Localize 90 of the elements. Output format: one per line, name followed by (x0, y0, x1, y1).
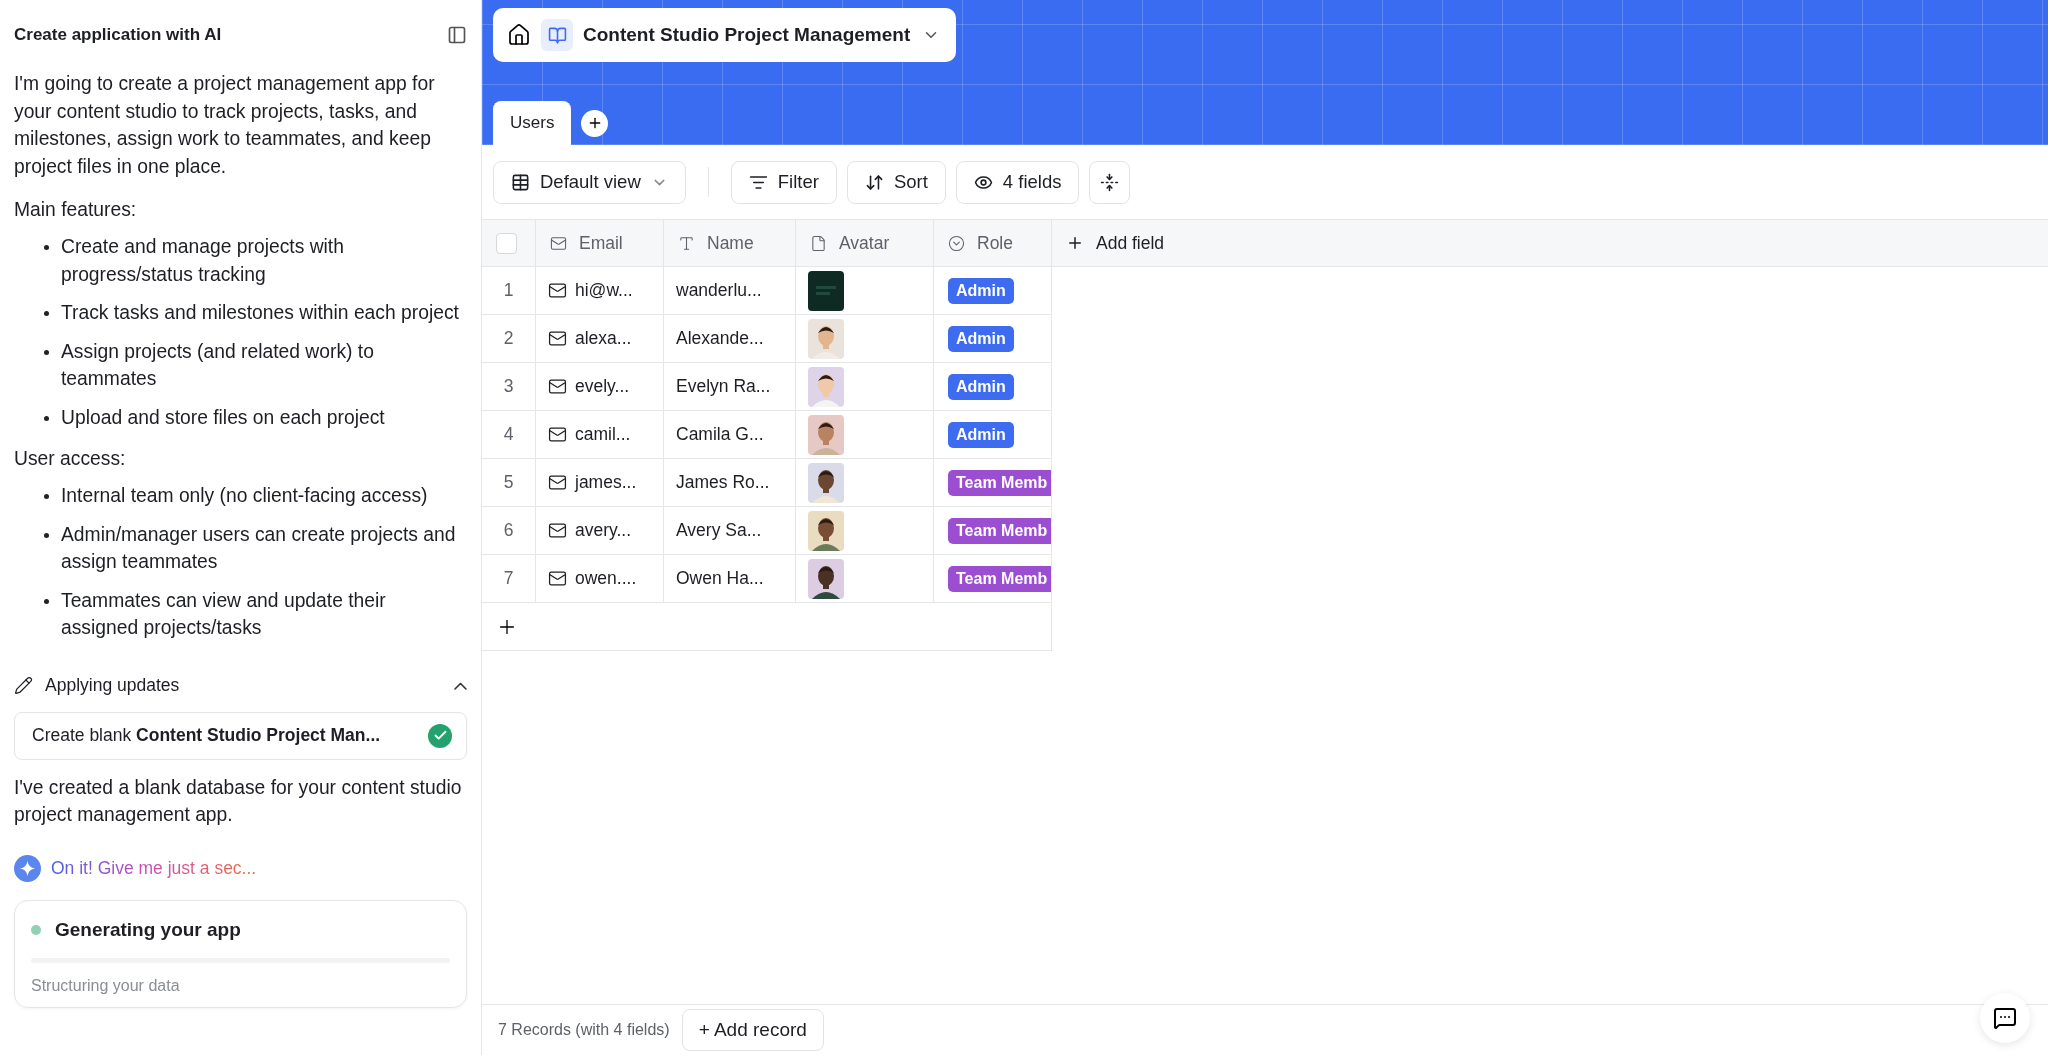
role-tag: Team Memb (948, 565, 1051, 592)
card-title: Generating your app (55, 918, 241, 941)
book-icon (541, 19, 573, 51)
row-number: 4 (503, 424, 514, 445)
view-dropdown[interactable]: Default view (493, 160, 686, 204)
chat-button[interactable] (1980, 993, 2030, 1043)
table-cell: Owen Ha... (676, 568, 764, 589)
list-item: Assign projects (and related work) to teammates (61, 339, 375, 391)
role-tag: Admin (948, 373, 1014, 400)
sort-button[interactable]: Sort (846, 160, 946, 204)
filter-button[interactable]: Filter (730, 160, 837, 204)
role-tag: Team Memb (948, 469, 1051, 496)
mail-icon (548, 521, 567, 540)
sort-icon (864, 172, 884, 192)
row-number: 3 (503, 376, 514, 397)
role-tag: Team Memb (948, 517, 1051, 544)
chat-icon (1993, 1006, 2017, 1030)
row-number: 7 (503, 568, 514, 589)
pencil-icon (14, 676, 33, 695)
column-header[interactable]: Avatar (796, 220, 934, 267)
text-type-icon (678, 234, 695, 252)
status-dot-icon (31, 924, 41, 935)
chevron-up-icon (454, 681, 467, 690)
list-item: Create and manage projects with progress/status tracking (61, 235, 345, 287)
email-type-icon (550, 234, 567, 252)
table-cell: evely... (575, 376, 630, 397)
column-header[interactable]: Name (664, 220, 796, 267)
row-number: 2 (503, 328, 514, 349)
list-item: Internal team only (no client-facing access) (61, 484, 428, 508)
table-cell: Camila G... (676, 424, 764, 445)
bullet-icon (44, 532, 49, 538)
step-text: Create blank Content Studio Project Man... (32, 725, 381, 746)
mail-icon (548, 425, 567, 444)
table-cell: Alexande... (676, 328, 764, 349)
fields-button[interactable]: 4 fields (955, 160, 1080, 204)
table-cell: hi@w... (575, 280, 633, 301)
row-number: 1 (503, 280, 514, 301)
sparkle-icon (14, 854, 41, 882)
status-text: Structuring your data (31, 976, 180, 994)
file-type-icon (810, 234, 827, 252)
bullet-icon (44, 349, 49, 355)
table-cell: avery... (575, 520, 632, 541)
add-field-button[interactable]: Add field (1066, 232, 1165, 254)
mail-icon (548, 377, 567, 396)
table-icon (511, 172, 530, 192)
app-title-dropdown[interactable]: Content Studio Project Management (583, 24, 941, 46)
panel-title: Create application with AI (14, 25, 222, 45)
bullet-icon (44, 494, 49, 499)
plus-icon (1066, 234, 1084, 252)
role-tag: Admin (948, 325, 1014, 352)
bullet-icon (44, 245, 49, 250)
tab[interactable]: Users (493, 101, 572, 145)
table-cell: Avery Sa... (676, 520, 762, 541)
table-cell: Evelyn Ra... (676, 376, 771, 397)
section-heading: Main features: (14, 198, 138, 222)
height-icon (1100, 172, 1120, 192)
mail-icon (548, 281, 567, 300)
add-tab-button[interactable] (581, 109, 609, 137)
bullet-icon (44, 311, 49, 316)
row-height-button[interactable] (1089, 160, 1131, 204)
updates-toggle[interactable]: Applying updates (14, 659, 467, 712)
checkbox[interactable] (496, 232, 517, 254)
mail-icon (548, 569, 567, 588)
mail-icon (548, 329, 567, 348)
column-header[interactable]: Role (934, 220, 1052, 267)
sidebar-toggle-icon[interactable] (447, 25, 467, 45)
section-heading: User access: (14, 447, 127, 471)
row-number: 5 (503, 472, 514, 493)
list-item: Upload and store files on each project (61, 405, 385, 430)
bullet-icon (44, 598, 49, 604)
message-text: I'm going to create a project management app for your content studio to track projects, tasks, and milestones, assign work to teammates, and keep project files in one place. (14, 72, 436, 179)
table-cell: alexa... (575, 328, 632, 349)
table-cell: owen.... (575, 568, 637, 589)
message-text: I've created a blank database for your content studio project management app. (14, 775, 463, 827)
row-number: 6 (503, 520, 514, 541)
role-tag: Admin (948, 421, 1014, 448)
mail-icon (548, 473, 567, 492)
list-item: Admin/manager users can create projects and assign teammates (61, 522, 457, 574)
list-item: Teammates can view and update their assigned projects/tasks (61, 588, 387, 640)
table-cell: James Ro... (676, 472, 770, 493)
bullet-icon (44, 415, 49, 421)
table-cell: camil... (575, 424, 631, 445)
column-header[interactable]: Email (536, 220, 664, 267)
role-tag: Admin (948, 277, 1014, 304)
table-cell: wanderlu... (676, 280, 762, 301)
record-count: 7 Records (with 4 fields) (498, 1021, 670, 1039)
add-record-button[interactable]: + Add record (681, 1009, 824, 1051)
list-item: Track tasks and milestones within each project (61, 301, 459, 325)
select-type-icon (948, 234, 965, 252)
table-cell: james... (575, 472, 637, 493)
